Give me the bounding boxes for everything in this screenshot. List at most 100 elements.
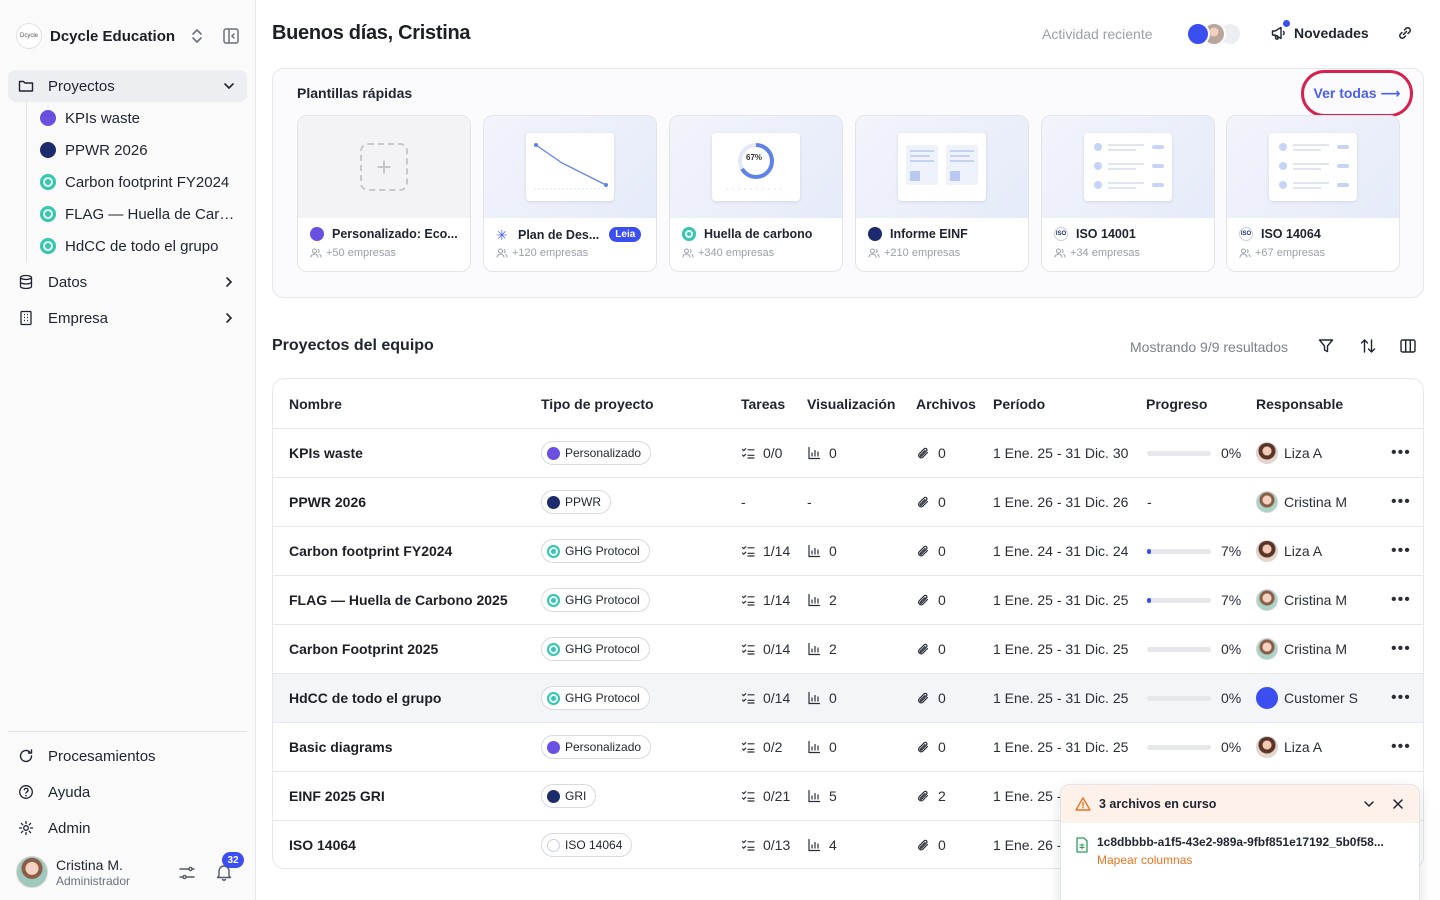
chevron-down-icon[interactable] [221,78,237,94]
project-name[interactable]: Basic diagrams [289,723,393,771]
column-header[interactable]: Archivos [916,396,976,412]
tasks-icon [741,840,755,851]
project-name[interactable]: FLAG — Huella de Carbono 2025 [289,576,508,624]
owner-cell[interactable]: Customer S [1256,674,1358,722]
column-header[interactable]: Responsable [1256,396,1343,412]
owner-cell[interactable]: Cristina M [1256,625,1347,673]
close-icon[interactable] [1390,796,1406,812]
recent-activity-avatars[interactable] [1186,22,1246,46]
column-header[interactable]: Nombre [289,396,342,412]
sidebar-project-item[interactable]: Carbon footprint FY2024 [40,168,240,196]
project-name[interactable]: ISO 14064 [289,821,356,868]
template-card[interactable]: ISO ISO 14064 +67 empresas [1226,115,1400,272]
sort-icon[interactable] [1359,337,1377,355]
sliders-icon[interactable] [178,864,196,882]
more-options-icon[interactable]: ••• [1391,576,1411,624]
org-switcher[interactable]: Dcycle Dcycle Education [16,22,248,50]
owner-cell[interactable]: Liza A [1256,527,1322,575]
tasks-cell: 0/14 [741,625,790,673]
views-cell: - [807,494,812,510]
nav-item-proyectos[interactable]: Proyectos [8,70,247,102]
more-options-icon[interactable]: ••• [1391,478,1411,526]
unread-dot [1283,20,1290,27]
map-columns-link[interactable]: Mapear columnas [1097,853,1405,867]
table-row[interactable]: KPIs waste Personalizado 0/0 0 0 1 Ene. 25 - … [273,428,1423,477]
bar-chart-icon [808,691,821,705]
project-name[interactable]: Carbon footprint FY2024 [289,527,452,575]
project-name[interactable]: PPWR 2026 [289,478,366,526]
avatar[interactable] [16,856,48,888]
news-button[interactable]: Novedades [1270,20,1369,42]
user-profile[interactable]: Cristina M. Administrador 32 [16,852,248,890]
sidebar-project-item[interactable]: PPWR 2026 [40,136,240,164]
template-card[interactable]: + Personalizado: Eco... +50 empresas [297,115,471,272]
bar-chart-icon [808,838,821,852]
donut-label: 67% [746,153,763,162]
project-type-badge: GRI [541,784,597,808]
project-type-badge: GHG Protocol [541,637,650,661]
owner-cell[interactable]: Cristina M [1256,576,1347,624]
more-options-icon[interactable]: ••• [1391,625,1411,673]
sidebar-project-item[interactable]: HdCC de todo el grupo [40,232,240,260]
nav-item-empresa[interactable]: Empresa [8,302,247,334]
chevron-down-icon[interactable] [1361,796,1377,812]
table-row[interactable]: Carbon Footprint 2025 GHG Protocol 0/14 2 0 1… [273,624,1423,673]
owner-cell[interactable]: Cristina M [1256,478,1347,526]
table-row[interactable]: Carbon footprint FY2024 GHG Protocol 1/14 0… [273,526,1423,575]
checklist-thumbnail [1269,133,1357,201]
chevron-up-down-icon[interactable] [188,26,206,46]
template-card[interactable]: ISO ISO 14001 +34 empresas [1041,115,1215,272]
owner-cell[interactable]: Liza A [1256,429,1322,477]
org-logo: Dcycle [16,23,42,49]
sidebar-project-item[interactable]: KPIs waste [40,104,240,132]
project-name[interactable]: EINF 2025 GRI [289,772,385,820]
column-header[interactable]: Tareas [741,396,785,412]
template-card[interactable]: 67% Huella de carbono +340 empresas [669,115,843,272]
project-name[interactable]: KPIs waste [289,429,363,477]
nav-item-procesamientos[interactable]: Procesamientos [8,740,247,772]
project-type-badge: GHG Protocol [541,588,650,612]
megaphone-icon [1270,20,1290,42]
recent-activity-link[interactable]: Actividad reciente [1042,26,1153,42]
columns-icon[interactable] [1399,337,1417,355]
progress-cell: 7% [1147,576,1241,624]
users-icon [682,248,694,258]
collapse-sidebar-icon[interactable] [222,27,240,45]
nav-item-admin[interactable]: Admin [8,812,247,844]
nav-item-ayuda[interactable]: Ayuda [8,776,247,808]
template-card[interactable]: ✳ Plan de Des... Leia +120 empresas [483,115,657,272]
project-name[interactable]: Carbon Footprint 2025 [289,625,438,673]
column-header[interactable]: Visualización [807,396,895,412]
column-header[interactable]: Tipo de proyecto [541,396,654,412]
table-row[interactable]: PPWR 2026 PPWR - - 0 1 Ene. 26 - 31 Dic. 26 - C… [273,477,1423,526]
nav-item-datos[interactable]: Datos [8,266,247,298]
template-card[interactable]: Informe EINF +210 empresas [855,115,1029,272]
filter-icon[interactable] [1317,337,1335,355]
sidebar-project-item[interactable]: FLAG — Huella de Carbono 2025 [40,200,240,228]
nav-label: Proyectos [48,77,115,95]
link-icon[interactable] [1396,24,1414,42]
views-cell: 0 [807,674,837,722]
toast-header[interactable]: 3 archivos en curso [1061,785,1419,823]
more-options-icon[interactable]: ••• [1391,723,1411,771]
owner-cell[interactable]: Liza A [1256,723,1322,771]
column-header[interactable]: Progreso [1146,396,1207,412]
table-row[interactable]: HdCC de todo el grupo GHG Protocol 0/14 0 0 1… [273,673,1423,722]
users-icon [1239,248,1251,258]
more-options-icon[interactable]: ••• [1391,527,1411,575]
donut-thumbnail: 67% [712,133,800,201]
more-options-icon[interactable]: ••• [1391,674,1411,722]
template-preview [1227,116,1399,218]
period-cell: 1 Ene. 25 - 31 Dic. 30 [993,445,1129,461]
template-name: Personalizado: Eco... [310,227,462,241]
project-name[interactable]: HdCC de todo el grupo [289,674,441,722]
more-options-icon[interactable]: ••• [1391,429,1411,477]
progress-bar [1147,744,1211,750]
see-all-templates-link[interactable]: Ver todas ⟶ [1301,70,1413,117]
upload-file-item[interactable]: 1c8dbbbb-a1f5-43e2-989a-9fbf851e17192_5b… [1075,835,1405,867]
chevron-right-icon[interactable] [221,274,237,290]
table-row[interactable]: FLAG — Huella de Carbono 2025 GHG Protoco… [273,575,1423,624]
table-row[interactable]: Basic diagrams Personalizado 0/2 0 0 1 Ene. 2… [273,722,1423,771]
chevron-right-icon[interactable] [221,310,237,326]
column-header[interactable]: Período [993,396,1045,412]
